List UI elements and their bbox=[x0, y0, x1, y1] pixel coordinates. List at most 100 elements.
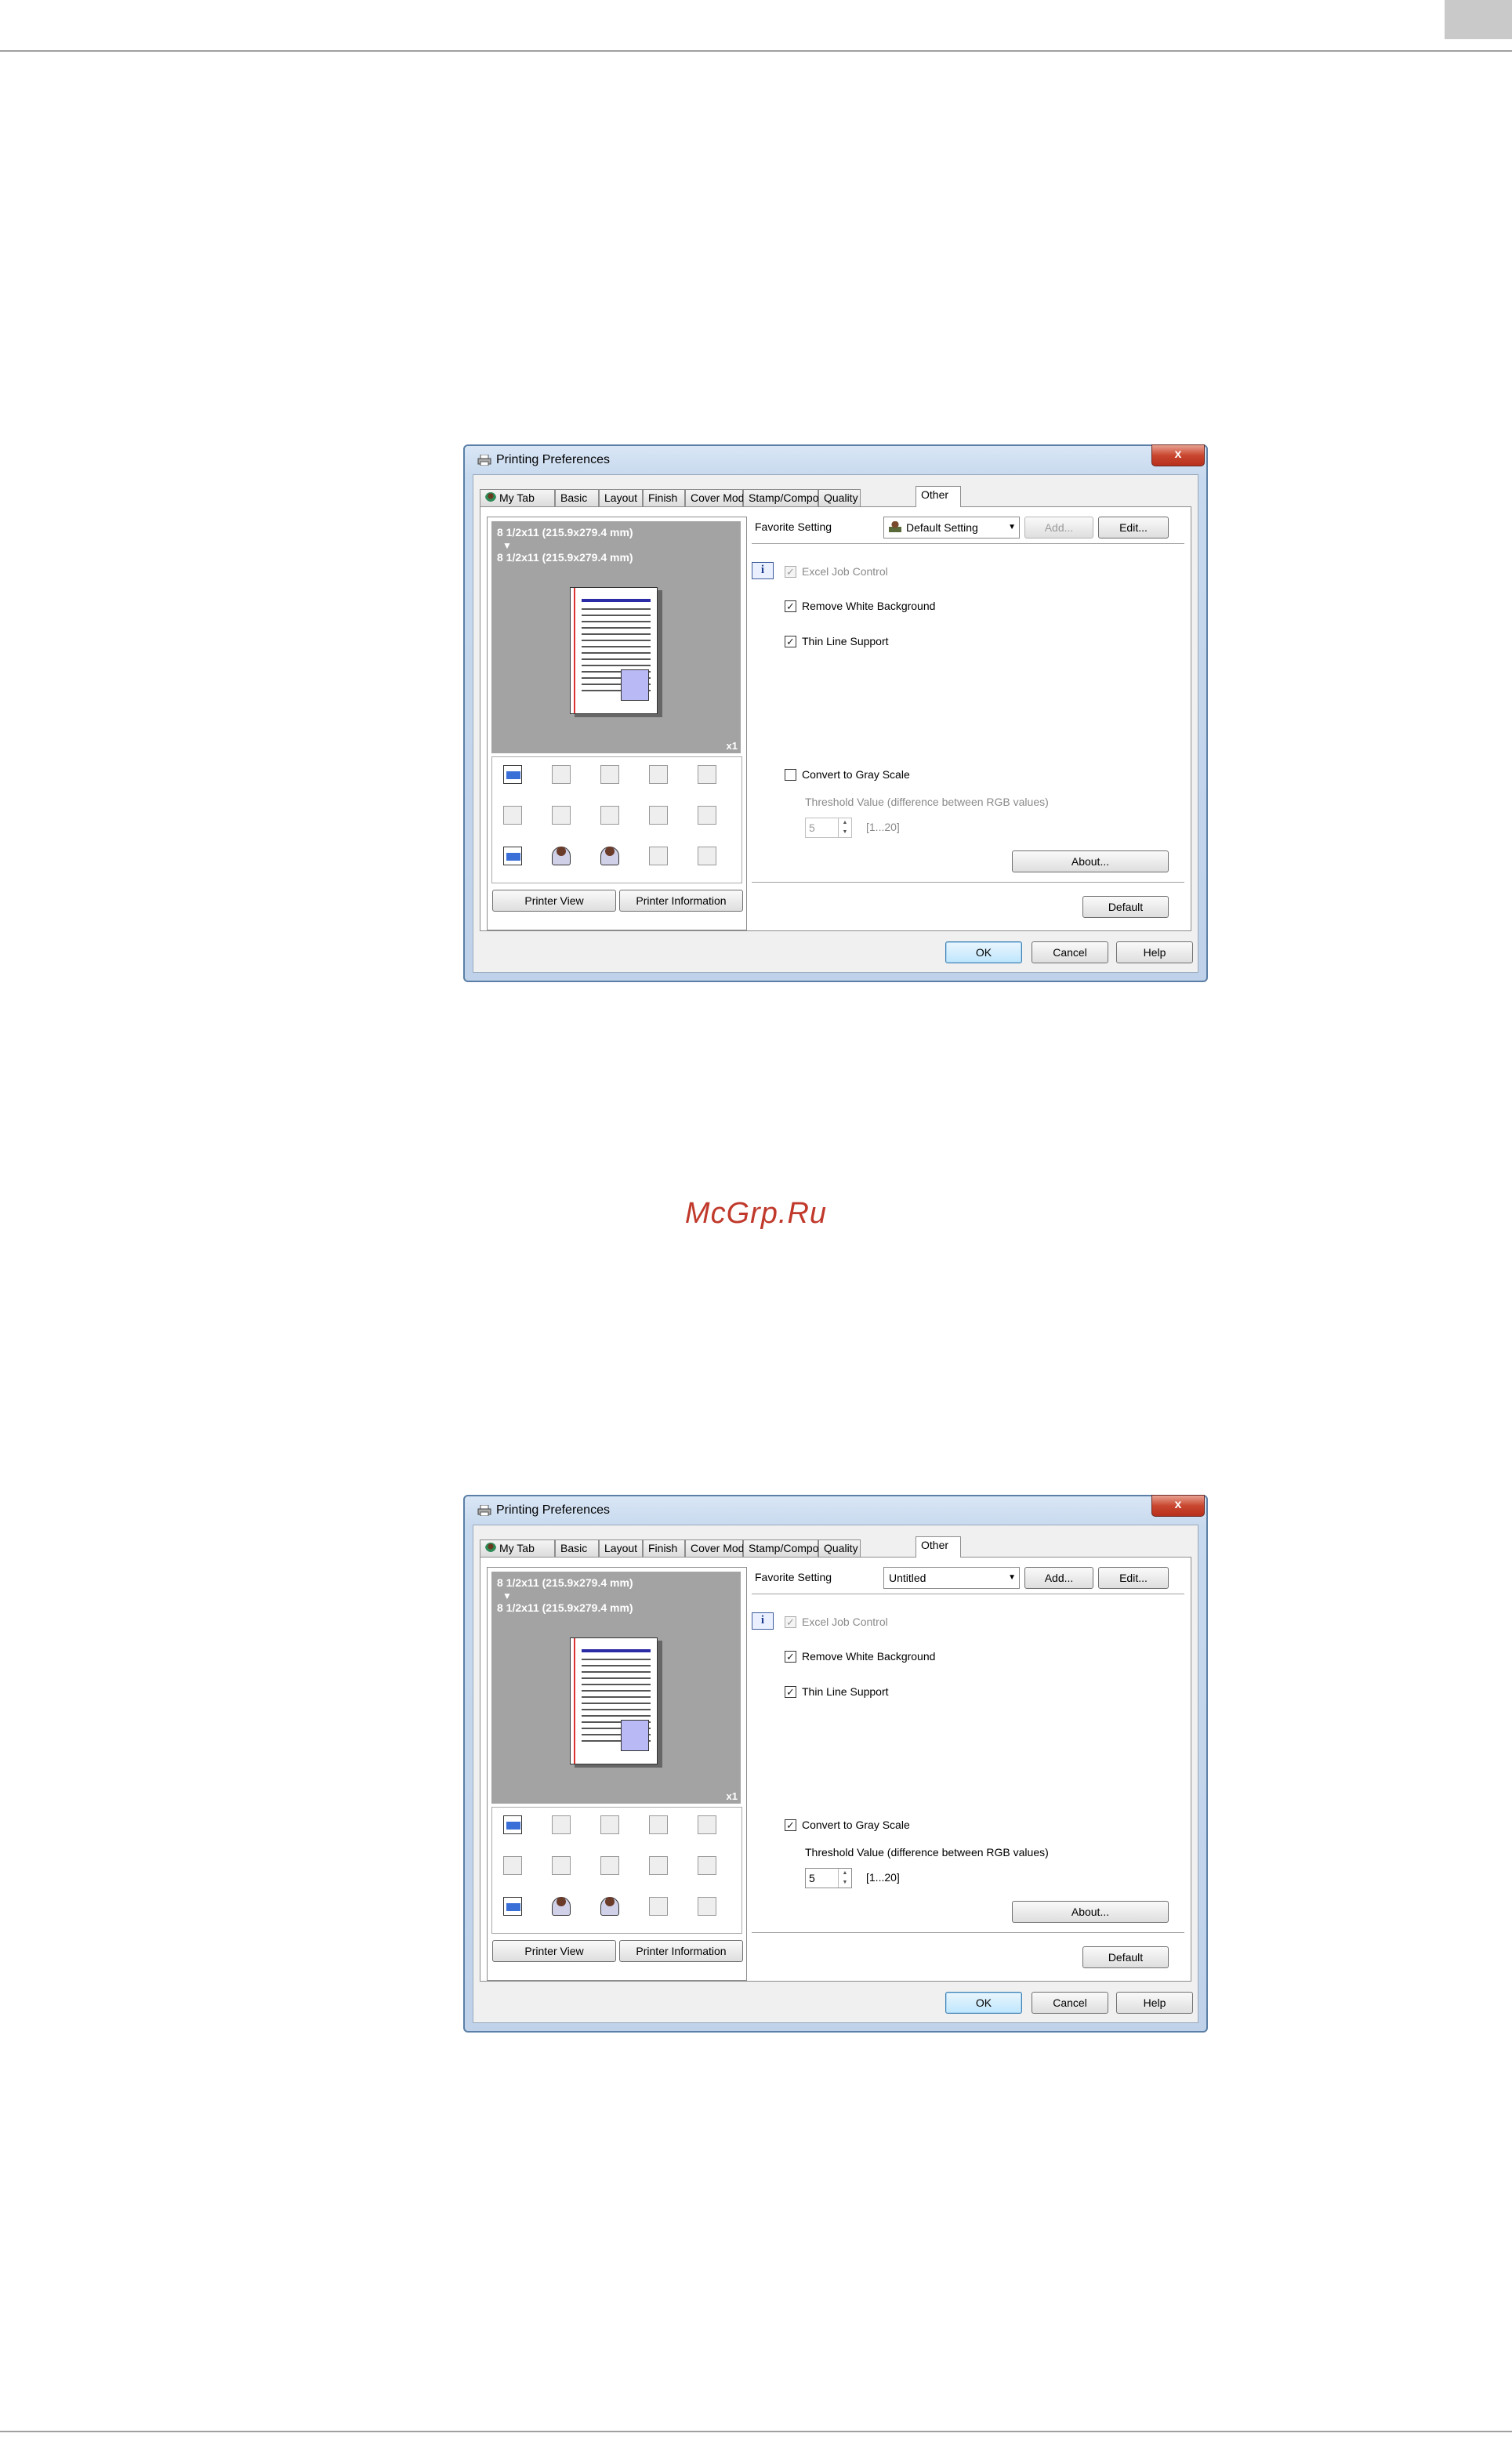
tab-quality[interactable]: Quality bbox=[818, 1539, 861, 1557]
close-button[interactable]: x bbox=[1151, 444, 1205, 466]
close-button[interactable]: x bbox=[1151, 1495, 1205, 1517]
tab-layout[interactable]: Layout bbox=[599, 1539, 643, 1557]
preview-pane: 8 1/2x11 (215.9x279.4 mm) ▼ 8 1/2x11 (21… bbox=[487, 1567, 747, 1981]
threshold-value: 5 bbox=[809, 1872, 815, 1884]
tab-cover-mode[interactable]: Cover Mode bbox=[685, 489, 750, 506]
tab-stamp-composition[interactable]: Stamp/Composition bbox=[743, 489, 844, 506]
printer-information-button[interactable]: Printer Information bbox=[619, 890, 743, 912]
my-tab-user-icon bbox=[485, 1543, 496, 1554]
chevron-down-icon: ▼ bbox=[1008, 523, 1016, 531]
printing-preferences-dialog-1: Printing Preferences x My Tab Basic Layout… bbox=[463, 444, 1208, 982]
tab-other[interactable]: Other bbox=[916, 1536, 961, 1558]
function-status-icon bbox=[693, 1892, 721, 1919]
function-status-icon bbox=[644, 842, 673, 869]
convert-to-gray-scale-label: Convert to Gray Scale bbox=[802, 768, 910, 781]
cancel-button[interactable]: Cancel bbox=[1032, 941, 1108, 963]
function-status-icon bbox=[693, 1851, 721, 1878]
excel-job-control-checkbox[interactable]: ✓ bbox=[785, 566, 796, 578]
threshold-value-stepper[interactable]: 5 ▲ ▼ bbox=[805, 1868, 852, 1888]
thin-line-support-checkbox[interactable]: ✓ bbox=[785, 636, 796, 647]
threshold-value-stepper[interactable]: 5 ▲ ▼ bbox=[805, 818, 852, 838]
function-status-icon bbox=[693, 842, 721, 869]
tab-my-tab[interactable]: My Tab bbox=[480, 1539, 555, 1557]
function-status-icon bbox=[547, 1811, 575, 1837]
dialog-client-area: My Tab Basic Layout Finish Cover Mode Stamp/C… bbox=[473, 1525, 1198, 2023]
preview-pane: 8 1/2x11 (215.9x279.4 mm) ▼ 8 1/2x11 (21… bbox=[487, 517, 747, 930]
default-button[interactable]: Default bbox=[1082, 896, 1169, 918]
tab-panel-other: 8 1/2x11 (215.9x279.4 mm) ▼ 8 1/2x11 (21… bbox=[480, 1557, 1191, 1982]
cancel-button[interactable]: Cancel bbox=[1032, 1992, 1108, 2014]
tab-my-tab[interactable]: My Tab bbox=[480, 489, 555, 506]
thin-line-support-label: Thin Line Support bbox=[802, 1685, 889, 1698]
tab-stamp-composition[interactable]: Stamp/Composition bbox=[743, 1539, 844, 1557]
tab-basic[interactable]: Basic bbox=[555, 489, 599, 506]
remove-white-background-checkbox[interactable]: ✓ bbox=[785, 600, 796, 612]
help-button[interactable]: Help bbox=[1116, 1992, 1193, 2014]
spin-arrows-icon[interactable]: ▲ ▼ bbox=[838, 818, 851, 837]
dialog-titlebar: Printing Preferences x bbox=[465, 1495, 1206, 1525]
ok-button[interactable]: OK bbox=[945, 941, 1022, 963]
threshold-value-label: Threshold Value (difference between RGB … bbox=[805, 796, 1049, 808]
add-button[interactable]: Add... bbox=[1024, 1567, 1093, 1589]
function-status-icon bbox=[693, 760, 721, 787]
info-icon: i bbox=[752, 562, 774, 579]
function-status-icon bbox=[547, 801, 575, 828]
tab-finish[interactable]: Finish bbox=[643, 489, 685, 506]
tab-label: My Tab bbox=[499, 491, 535, 504]
ok-button[interactable]: OK bbox=[945, 1992, 1022, 2014]
thin-line-support-label: Thin Line Support bbox=[802, 635, 889, 647]
function-status-icon bbox=[547, 842, 575, 869]
function-status-icon bbox=[693, 801, 721, 828]
printer-view-button[interactable]: Printer View bbox=[492, 890, 616, 912]
page-bottom-rule bbox=[0, 2431, 1512, 2432]
tab-other[interactable]: Other bbox=[916, 486, 961, 507]
tab-finish[interactable]: Finish bbox=[643, 1539, 685, 1557]
favorite-icon bbox=[889, 521, 901, 533]
paper-preview: 8 1/2x11 (215.9x279.4 mm) ▼ 8 1/2x11 (21… bbox=[491, 521, 741, 753]
printer-information-button[interactable]: Printer Information bbox=[619, 1940, 743, 1962]
function-status-icon bbox=[547, 760, 575, 787]
thin-line-support-checkbox[interactable]: ✓ bbox=[785, 1686, 796, 1698]
tab-layout[interactable]: Layout bbox=[599, 489, 643, 506]
default-button[interactable]: Default bbox=[1082, 1946, 1169, 1968]
favorite-setting-value: Default Setting bbox=[906, 521, 978, 534]
threshold-value: 5 bbox=[809, 821, 815, 834]
printer-icon bbox=[477, 1505, 491, 1516]
about-button[interactable]: About... bbox=[1012, 850, 1169, 872]
edit-button[interactable]: Edit... bbox=[1098, 517, 1169, 539]
about-button[interactable]: About... bbox=[1012, 1901, 1169, 1923]
page-top-rule bbox=[0, 50, 1512, 52]
edit-button[interactable]: Edit... bbox=[1098, 1567, 1169, 1589]
tab-cover-mode[interactable]: Cover Mode bbox=[685, 1539, 750, 1557]
printer-view-button[interactable]: Printer View bbox=[492, 1940, 616, 1962]
divider bbox=[752, 882, 1184, 883]
my-tab-user-icon bbox=[485, 492, 496, 504]
remove-white-background-label: Remove White Background bbox=[802, 1650, 936, 1663]
favorite-setting-select[interactable]: Default Setting ▼ bbox=[883, 517, 1020, 539]
printer-icon bbox=[477, 455, 491, 466]
spin-arrows-icon[interactable]: ▲ ▼ bbox=[838, 1869, 851, 1888]
divider bbox=[752, 543, 1184, 544]
excel-job-control-checkbox[interactable]: ✓ bbox=[785, 1616, 796, 1628]
threshold-range-label: [1...20] bbox=[866, 821, 900, 833]
function-status-icon bbox=[499, 842, 527, 869]
paper-preview: 8 1/2x11 (215.9x279.4 mm) ▼ 8 1/2x11 (21… bbox=[491, 1572, 741, 1804]
function-status-icon bbox=[499, 1892, 527, 1919]
convert-to-gray-scale-checkbox[interactable]: ✓ bbox=[785, 1819, 796, 1831]
tab-quality[interactable]: Quality bbox=[818, 489, 861, 506]
tab-basic[interactable]: Basic bbox=[555, 1539, 599, 1557]
tab-label: My Tab bbox=[499, 1542, 535, 1554]
tab-panel-other: 8 1/2x11 (215.9x279.4 mm) ▼ 8 1/2x11 (21… bbox=[480, 506, 1191, 931]
output-paper-size: 8 1/2x11 (215.9x279.4 mm) bbox=[497, 526, 633, 539]
function-status-icon bbox=[596, 842, 624, 869]
add-button[interactable]: Add... bbox=[1024, 517, 1093, 539]
info-icon: i bbox=[752, 1612, 774, 1630]
convert-to-gray-scale-checkbox[interactable] bbox=[785, 769, 796, 781]
function-status-icon bbox=[596, 1851, 624, 1878]
function-status-icon bbox=[547, 1851, 575, 1878]
favorite-setting-select[interactable]: Untitled ▼ bbox=[883, 1567, 1020, 1589]
chevron-down-icon: ▼ bbox=[1008, 1573, 1016, 1582]
remove-white-background-checkbox[interactable]: ✓ bbox=[785, 1651, 796, 1663]
help-button[interactable]: Help bbox=[1116, 941, 1193, 963]
copies-count: x1 bbox=[726, 740, 738, 752]
